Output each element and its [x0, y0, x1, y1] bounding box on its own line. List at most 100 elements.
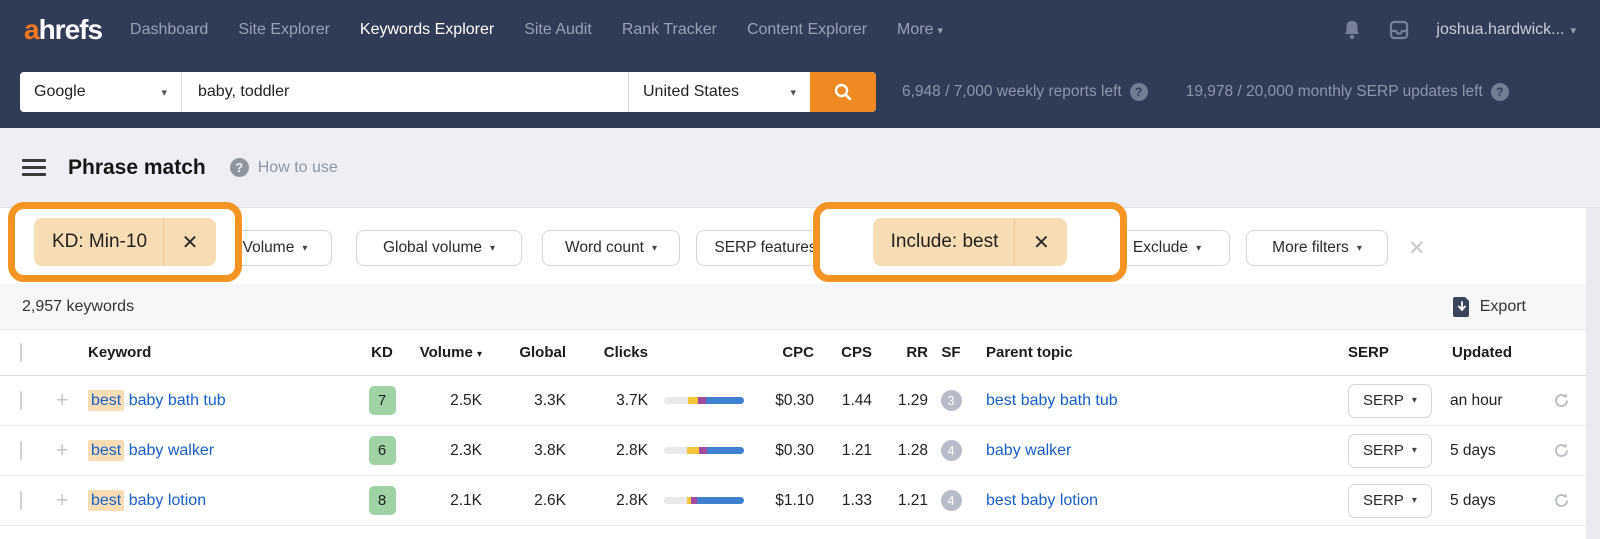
serp-updates-quota-text: 19,978 / 20,000 monthly SERP updates lef… [1185, 83, 1483, 100]
weekly-reports-quota: 6,948 / 7,000 weekly reports left ? [902, 83, 1148, 101]
kd-badge: 6 [368, 436, 396, 465]
chevron-down-icon: ▾ [1411, 495, 1417, 506]
include-filter-chip[interactable]: Include: best ✕ [872, 218, 1068, 266]
serp-label: SERP [1363, 392, 1404, 409]
username: joshua.hardwick... [1436, 21, 1565, 38]
parent-topic-link[interactable]: best baby lotion [974, 492, 1336, 510]
refresh-icon[interactable] [1536, 492, 1586, 509]
chevron-down-icon: ▾ [490, 242, 496, 254]
chevron-down-icon: ▾ [1196, 242, 1202, 254]
table-header: Keyword KD Volume ▾ Global Clicks CPC CP… [0, 330, 1600, 376]
user-menu[interactable]: joshua.hardwick... ▾ [1436, 21, 1576, 39]
ahrefs-logo[interactable]: ahrefs [24, 14, 103, 46]
row-checkbox[interactable] [20, 490, 22, 510]
parent-topic-link[interactable]: best baby bath tub [974, 392, 1336, 410]
nav-item-rank-tracker[interactable]: Rank Tracker [622, 21, 717, 39]
add-to-list-icon[interactable]: + [56, 440, 88, 461]
keyword-highlight: best [88, 439, 125, 461]
rr-value: 1.21 [897, 491, 928, 509]
how-to-use-link[interactable]: How to use [258, 159, 338, 177]
col-global[interactable]: Global [482, 344, 566, 361]
serp-dropdown-button[interactable]: SERP ▾ [1348, 433, 1432, 468]
volume-value: 2.3K [450, 441, 482, 459]
cpc-value: $0.30 [775, 391, 814, 409]
question-icon[interactable]: ? [1490, 83, 1509, 101]
keyword-highlight: best [88, 489, 125, 511]
serp-dropdown-button[interactable]: SERP ▾ [1348, 383, 1432, 418]
updated-value: 5 days [1450, 491, 1496, 509]
cpc-value: $0.30 [775, 441, 814, 459]
add-to-list-icon[interactable]: + [56, 390, 88, 411]
keyword-highlight: best [88, 389, 125, 411]
global-volume-value: 3.3K [534, 391, 566, 409]
nav-item-more[interactable]: More ▾ [897, 21, 943, 39]
keyword-link[interactable]: best baby walker [88, 439, 358, 461]
word-count-filter-label: Word count [564, 239, 644, 256]
global-volume-filter-button[interactable]: Global volume ▾ [356, 230, 522, 266]
nav-item-dashboard[interactable]: Dashboard [130, 21, 208, 39]
updated-value: 5 days [1450, 441, 1496, 459]
word-count-filter-button[interactable]: Word count ▾ [542, 230, 680, 266]
cps-value: 1.21 [841, 441, 872, 459]
sf-badge: 4 [940, 490, 962, 511]
nav-item-site-explorer[interactable]: Site Explorer [238, 21, 330, 39]
kd-filter-annotation: KD: Min-10 ✕ [8, 202, 242, 282]
keyword-link[interactable]: best baby bath tub [88, 389, 358, 411]
col-clicks[interactable]: Clicks [566, 344, 648, 361]
reports-menu-icon[interactable] [22, 159, 46, 176]
row-checkbox[interactable] [20, 440, 22, 460]
add-to-list-icon[interactable]: + [56, 490, 88, 511]
help-question-icon[interactable]: ? [229, 158, 249, 177]
col-sf[interactable]: SF [928, 344, 974, 361]
nav-item-content-explorer[interactable]: Content Explorer [747, 21, 867, 39]
vertical-scrollbar[interactable] [1586, 208, 1600, 539]
nav-item-more-label: More [897, 21, 934, 38]
kd-filter-chip[interactable]: KD: Min-10 ✕ [33, 218, 217, 266]
global-volume-value: 2.6K [534, 491, 566, 509]
search-button[interactable] [810, 72, 876, 112]
logo-rest: hrefs [38, 14, 103, 45]
include-filter-annotation: Include: best ✕ [813, 202, 1127, 282]
row-checkbox[interactable] [20, 390, 22, 410]
col-cpc[interactable]: CPC [748, 344, 814, 361]
filter-bar: Volume ▾ Global volume ▾ Word count ▾ SE… [0, 202, 1600, 284]
export-button[interactable]: Export [1452, 296, 1526, 317]
keyword-search-input[interactable] [182, 72, 628, 112]
question-icon[interactable]: ? [1129, 83, 1148, 101]
search-row: Google ▾ United States ▾ 6,948 / 7,000 w… [0, 60, 1600, 128]
search-box: Google ▾ United States ▾ [20, 72, 876, 112]
nav-item-site-audit[interactable]: Site Audit [524, 21, 592, 39]
col-volume[interactable]: Volume ▾ [406, 344, 482, 361]
serp-dropdown-button[interactable]: SERP ▾ [1348, 483, 1432, 518]
parent-topic-link[interactable]: baby walker [974, 442, 1336, 460]
cpc-value: $1.10 [775, 491, 814, 509]
col-rr[interactable]: RR [872, 344, 928, 361]
include-chip-close-icon[interactable]: ✕ [1015, 218, 1067, 266]
notifications-bell-icon[interactable] [1342, 19, 1362, 41]
nav-item-keywords-explorer[interactable]: Keywords Explorer [360, 21, 494, 39]
refresh-icon[interactable] [1536, 392, 1586, 409]
serp-features-filter-label: SERP features [714, 239, 817, 256]
col-serp: SERP [1348, 344, 1389, 361]
page-title: Phrase match [68, 155, 206, 179]
sf-badge: 3 [940, 390, 962, 411]
search-engine-select[interactable]: Google ▾ [20, 72, 182, 112]
clear-all-filters-icon[interactable]: ✕ [1408, 236, 1426, 261]
global-volume-value: 3.8K [534, 441, 566, 459]
clicks-distribution-bar [664, 397, 744, 404]
country-select[interactable]: United States ▾ [628, 72, 810, 112]
keyword-link[interactable]: best baby lotion [88, 489, 358, 511]
export-file-icon [1452, 296, 1469, 317]
col-updated[interactable]: Updated [1440, 344, 1536, 361]
refresh-icon[interactable] [1536, 442, 1586, 459]
col-keyword[interactable]: Keyword [88, 344, 358, 361]
col-parent-topic[interactable]: Parent topic [974, 344, 1336, 361]
more-filters-button[interactable]: More filters ▾ [1246, 230, 1388, 266]
kd-chip-close-icon[interactable]: ✕ [164, 218, 216, 266]
col-cps[interactable]: CPS [814, 344, 872, 361]
volume-value: 2.5K [450, 391, 482, 409]
col-kd[interactable]: KD [358, 344, 406, 361]
inbox-icon[interactable] [1388, 19, 1410, 41]
select-all-checkbox[interactable] [20, 343, 22, 362]
clicks-value: 2.8K [616, 491, 648, 509]
